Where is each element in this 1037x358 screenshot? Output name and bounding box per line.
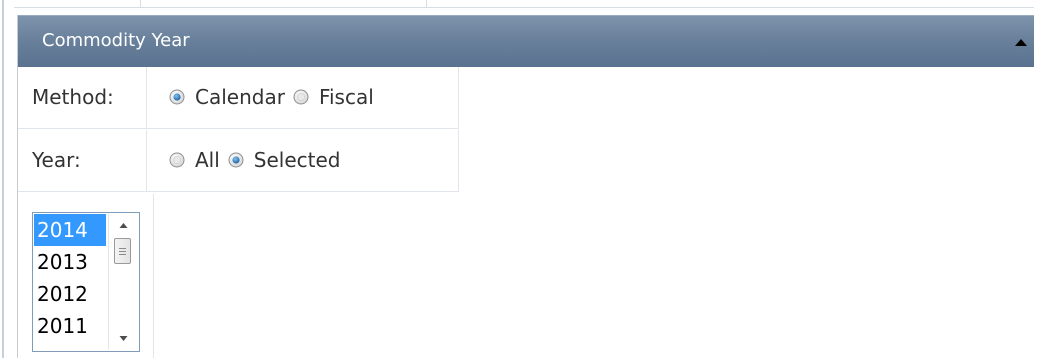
selected-label: Selected [253, 148, 341, 172]
left-divider [2, 0, 4, 358]
panel-edge-divider [426, 0, 427, 8]
panel-title: Commodity Year [42, 30, 190, 51]
all-label: All [195, 148, 220, 172]
year-list-items: 2014 2013 2012 2011 [34, 214, 108, 342]
method-radio-group: Calendar Fiscal [169, 85, 374, 109]
method-calendar-option[interactable]: Calendar [169, 85, 285, 109]
year-options-cell: All Selected [147, 130, 459, 192]
year-radio-group: All Selected [169, 148, 341, 172]
commodity-year-panel: Commodity Year Method: Calendar Fiscal Y… [17, 15, 1034, 358]
method-label-cell: Method: [18, 67, 147, 129]
year-all-option[interactable]: All [169, 148, 220, 172]
scroll-up-arrow-icon[interactable] [109, 214, 138, 238]
year-list-item[interactable]: 2013 [34, 246, 108, 278]
method-fiscal-option[interactable]: Fiscal [293, 85, 374, 109]
radio-checked-icon[interactable] [228, 152, 244, 168]
year-label: Year: [32, 148, 81, 172]
calendar-label: Calendar [195, 85, 285, 109]
scroll-thumb[interactable] [114, 238, 131, 264]
previous-panel-edge [14, 0, 1034, 8]
scroll-down-arrow-icon[interactable] [109, 326, 138, 350]
listbox-scrollbar[interactable] [108, 214, 138, 350]
year-list-item[interactable]: 2011 [34, 310, 108, 342]
panel-header[interactable]: Commodity Year [18, 15, 1034, 67]
method-options-cell: Calendar Fiscal [147, 67, 459, 129]
radio-checked-icon[interactable] [169, 89, 185, 105]
year-list-cell: 2014 2013 2012 2011 [18, 194, 154, 358]
year-listbox[interactable]: 2014 2013 2012 2011 [32, 212, 140, 352]
page: Commodity Year Method: Calendar Fiscal Y… [0, 0, 1037, 358]
fiscal-label: Fiscal [318, 85, 374, 109]
panel-edge-divider [140, 0, 141, 8]
year-list-item[interactable]: 2014 [34, 214, 106, 246]
year-label-cell: Year: [18, 130, 147, 192]
radio-unchecked-icon[interactable] [293, 89, 309, 105]
radio-unchecked-icon[interactable] [169, 152, 185, 168]
year-selected-option[interactable]: Selected [228, 148, 341, 172]
collapse-triangle-up-icon[interactable] [1014, 36, 1028, 48]
method-label: Method: [32, 85, 114, 109]
year-list-item[interactable]: 2012 [34, 278, 108, 310]
